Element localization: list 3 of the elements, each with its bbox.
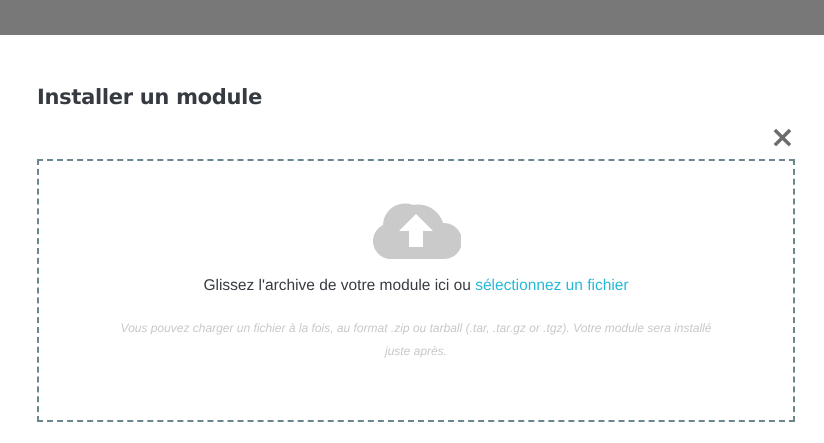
close-button[interactable]: ×: [770, 123, 795, 153]
modal-title: Installer un module: [37, 85, 262, 109]
drop-instruction: Glissez l'archive de votre module ici ou sélectionnez un fichier: [203, 277, 629, 295]
